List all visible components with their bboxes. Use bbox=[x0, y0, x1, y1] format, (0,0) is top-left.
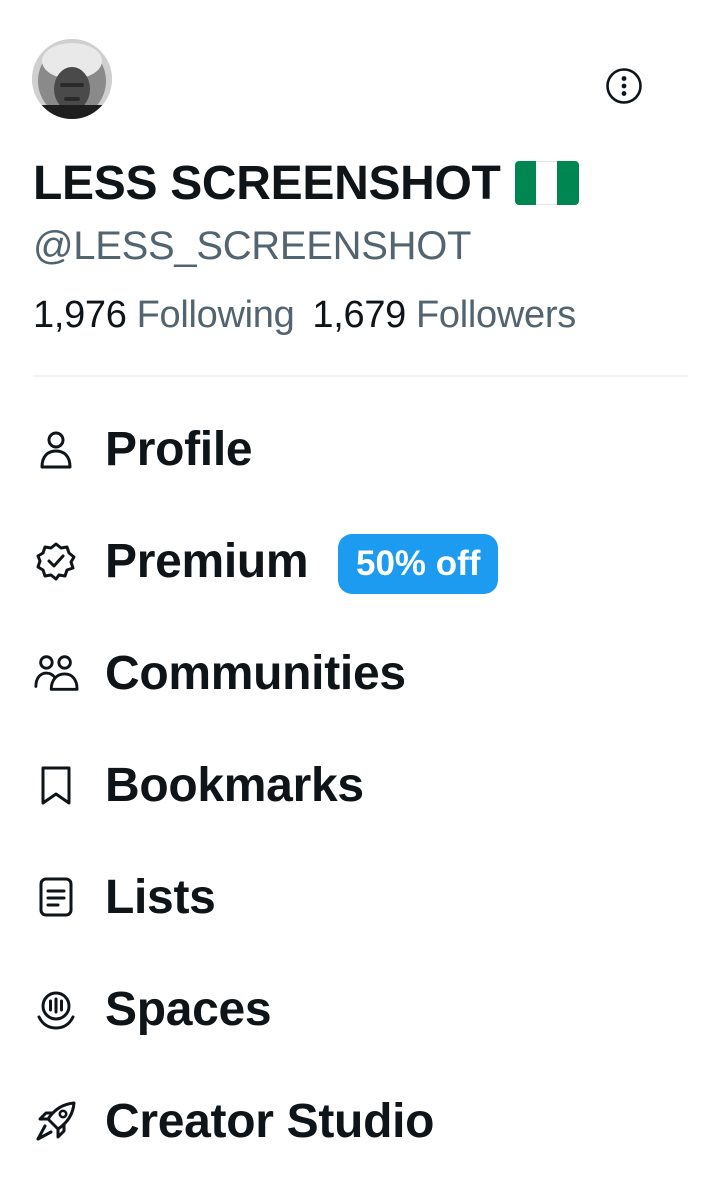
discount-badge: 50% off bbox=[338, 534, 499, 594]
communities-icon bbox=[33, 650, 79, 696]
avatar-image bbox=[32, 39, 112, 119]
menu-item-premium[interactable]: Premium 50% off bbox=[0, 505, 720, 617]
menu-item-label: Spaces bbox=[105, 982, 272, 1036]
menu-item-label: Premium bbox=[105, 534, 309, 588]
spaces-icon bbox=[33, 986, 79, 1032]
rocket-icon bbox=[33, 1098, 79, 1144]
follow-stats: 1,976 Following 1,679 Followers bbox=[33, 294, 576, 337]
menu-item-label: Creator Studio bbox=[105, 1094, 435, 1148]
menu-item-label: Profile bbox=[105, 422, 253, 476]
followers-label: Followers bbox=[416, 294, 576, 336]
list-icon bbox=[33, 874, 79, 920]
following-link[interactable]: 1,976 Following bbox=[33, 294, 295, 337]
menu-item-profile[interactable]: Profile bbox=[0, 393, 720, 505]
more-options-icon bbox=[606, 68, 642, 104]
person-icon bbox=[33, 426, 79, 472]
bookmark-icon bbox=[33, 762, 79, 808]
menu-item-label: Bookmarks bbox=[105, 758, 364, 812]
followers-link[interactable]: 1,679 Followers bbox=[312, 294, 576, 337]
more-options-button[interactable] bbox=[603, 65, 645, 107]
menu-item-label: Lists bbox=[105, 870, 216, 924]
nigeria-flag-icon bbox=[514, 161, 579, 205]
following-label: Following bbox=[136, 294, 295, 336]
user-handle: @LESS_SCREENSHOT bbox=[33, 224, 472, 268]
name-row: LESS SCREENSHOT bbox=[33, 152, 579, 214]
following-count: 1,976 bbox=[33, 294, 127, 336]
verified-badge-icon bbox=[33, 538, 79, 584]
menu-item-spaces[interactable]: Spaces bbox=[0, 953, 720, 1065]
menu-item-bookmarks[interactable]: Bookmarks bbox=[0, 729, 720, 841]
followers-count: 1,679 bbox=[312, 294, 407, 336]
avatar[interactable] bbox=[32, 39, 112, 119]
menu-item-lists[interactable]: Lists bbox=[0, 841, 720, 953]
menu-item-label: Communities bbox=[105, 646, 406, 700]
divider bbox=[33, 375, 688, 377]
menu-item-communities[interactable]: Communities bbox=[0, 617, 720, 729]
display-name: LESS SCREENSHOT bbox=[33, 156, 501, 210]
menu-item-creator-studio[interactable]: Creator Studio bbox=[0, 1065, 720, 1177]
navigation-menu: Profile Premium 50% off Communities Book… bbox=[0, 393, 720, 1177]
